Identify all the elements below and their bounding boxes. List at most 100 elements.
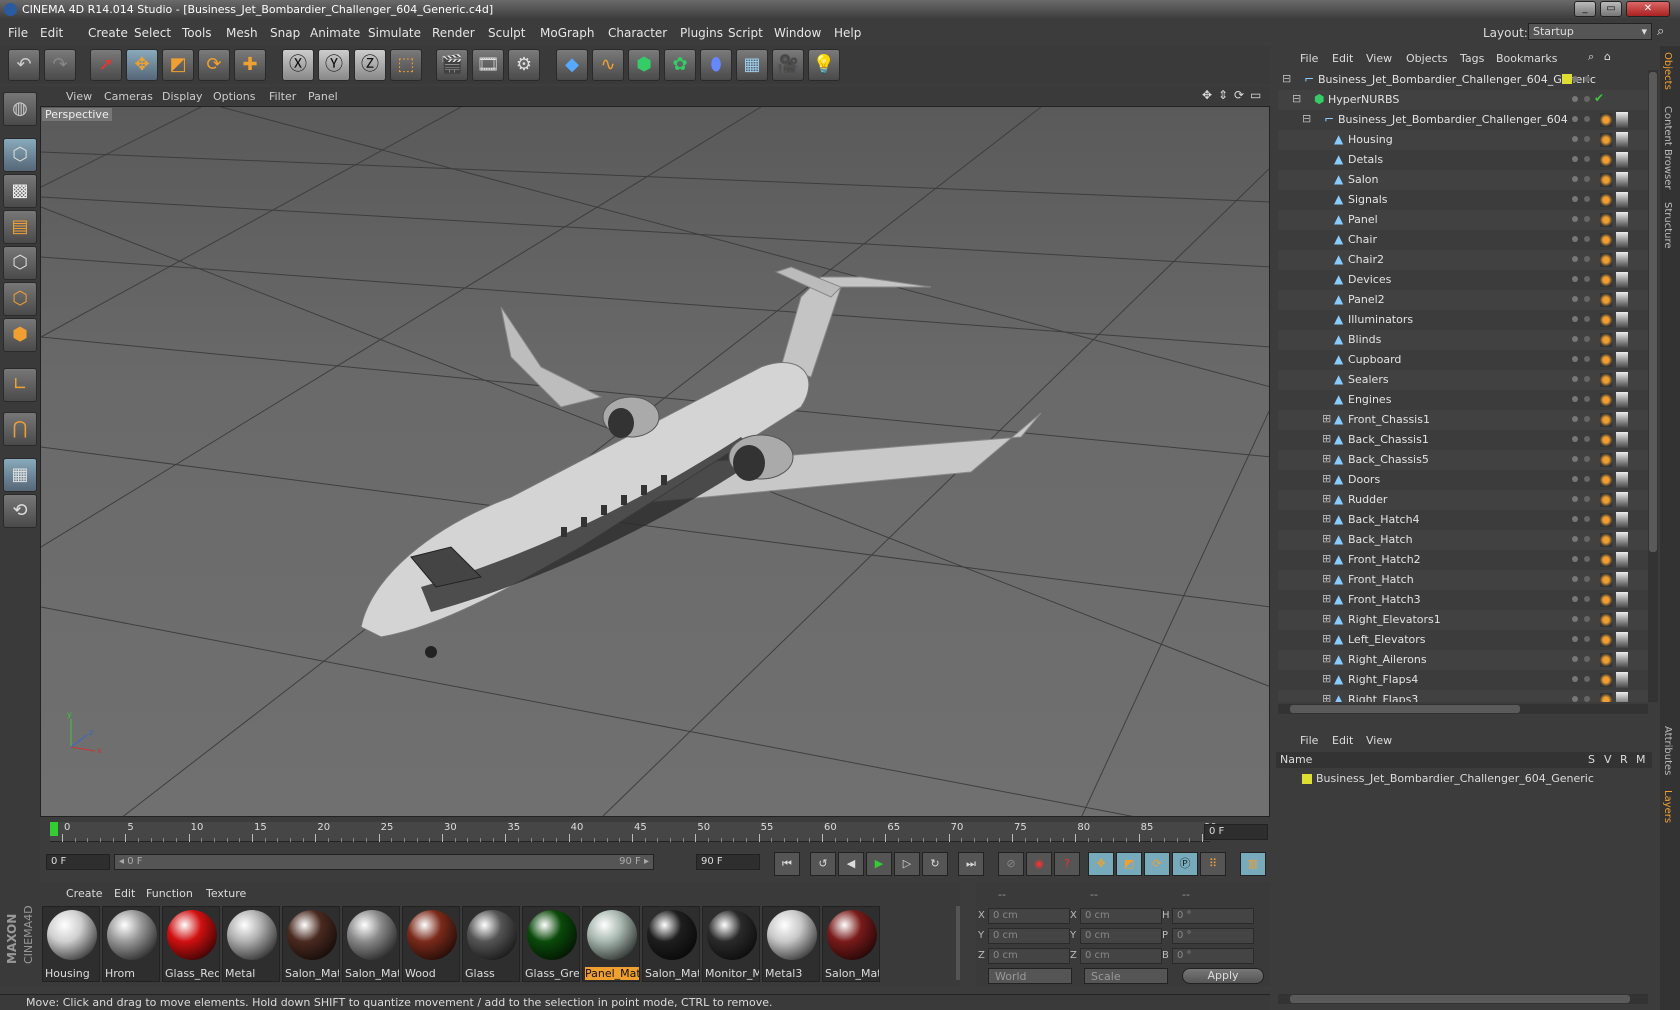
deformer-icon[interactable]: ⬮ [700,49,732,81]
menu-script[interactable]: Script [728,26,763,40]
render-dot-icon[interactable] [1584,156,1590,162]
phong-tag-icon[interactable] [1600,273,1612,287]
render-dot-icon[interactable] [1584,476,1590,482]
edges-mode-icon[interactable]: ⬡ [3,282,37,316]
object-row[interactable]: ⊞ ▲ Front_Hatch [1278,570,1648,590]
object-row[interactable]: ▲ Panel [1278,210,1648,230]
render-dot-icon[interactable] [1584,316,1590,322]
phong-tag-icon[interactable] [1600,593,1612,607]
object-row[interactable]: ⊞ ▲ Right_Flaps4 [1278,670,1648,690]
object-row[interactable]: ⊞ ▲ Front_Hatch3 [1278,590,1648,610]
visibility-dot-icon[interactable] [1572,516,1578,522]
array-icon[interactable]: ✿ [664,49,696,81]
phong-tag-icon[interactable] [1600,633,1612,647]
menu-plugins[interactable]: Plugins [680,26,723,40]
redo-icon[interactable]: ↷ [44,49,76,81]
visibility-dot-icon[interactable] [1572,416,1578,422]
material-swatch[interactable]: Wood [402,906,460,982]
render-dot-icon[interactable] [1584,116,1590,122]
material-tag-icon[interactable] [1616,112,1628,128]
render-dot-icon[interactable] [1584,376,1590,382]
material-swatch[interactable]: Metal3 [762,906,820,982]
material-tag-icon[interactable] [1616,132,1628,148]
om-menu-view[interactable]: View [1366,52,1392,65]
phong-tag-icon[interactable] [1600,673,1612,687]
coord-field[interactable]: 0 cm [988,928,1070,944]
menu-simulate[interactable]: Simulate [368,26,421,40]
render-dot-icon[interactable] [1584,176,1590,182]
menu-animate[interactable]: Animate [310,26,360,40]
material-tag-icon[interactable] [1616,572,1628,588]
menu-character[interactable]: Character [608,26,667,40]
magnet-icon[interactable]: ⋂ [3,412,37,446]
material-tag-icon[interactable] [1616,652,1628,668]
object-row[interactable]: ⊞ ▲ Back_Chassis1 [1278,430,1648,450]
render-dot-icon[interactable] [1584,196,1590,202]
undo-icon[interactable]: ↶ [8,49,40,81]
menu-sculpt[interactable]: Sculpt [488,26,525,40]
menu-mograph[interactable]: MoGraph [540,26,595,40]
render-dot-icon[interactable] [1584,276,1590,282]
menu-select[interactable]: Select [134,26,171,40]
frame-range-slider[interactable]: ◂ 0 F 90 F ▸ [114,854,654,870]
play-icon[interactable]: ▶ [866,852,892,876]
expand-icon[interactable]: ⊞ [1322,612,1331,625]
material-swatch[interactable]: Glass_Red [162,906,220,982]
material-tag-icon[interactable] [1616,452,1628,468]
next-frame-icon[interactable]: ▷ [894,852,920,876]
render-dot-icon[interactable] [1584,136,1590,142]
object-row[interactable]: ⊞ ▲ Rudder [1278,490,1648,510]
camera-icon[interactable]: 🎥 [772,49,804,81]
render-dot-icon[interactable] [1584,596,1590,602]
material-swatch[interactable]: Panel_Mat [582,906,640,982]
render-dot-icon[interactable] [1584,96,1590,102]
render-dot-icon[interactable] [1584,396,1590,402]
expand-icon[interactable]: ⊞ [1322,652,1331,665]
phong-tag-icon[interactable] [1600,353,1612,367]
material-tag-icon[interactable] [1616,192,1628,208]
phong-tag-icon[interactable] [1600,233,1612,247]
viewport-menu-filter[interactable]: Filter [269,90,296,103]
render-picture-viewer-icon[interactable]: 🎞 [472,49,504,81]
visibility-dot-icon[interactable] [1572,536,1578,542]
visibility-dot-icon[interactable] [1572,356,1578,362]
menu-create[interactable]: Create [88,26,128,40]
material-tag-icon[interactable] [1616,632,1628,648]
phong-tag-icon[interactable] [1600,493,1612,507]
material-tag-icon[interactable] [1616,252,1628,268]
object-list-scrollbar[interactable] [1648,70,1658,702]
material-swatch[interactable]: Glass_Gree [522,906,580,982]
scale-dropdown[interactable]: Scale [1084,968,1168,984]
phong-tag-icon[interactable] [1600,253,1612,267]
visibility-dot-icon[interactable] [1572,276,1578,282]
material-swatch[interactable]: Salon_Mat [342,906,400,982]
visibility-dot-icon[interactable] [1572,156,1578,162]
render-view-icon[interactable]: 🎬 [436,49,468,81]
pan-icon[interactable]: ✥ [1202,88,1212,102]
live-select-icon[interactable]: ➚ [90,49,122,81]
key-position-icon[interactable]: ✥ [1088,852,1114,876]
end-frame-field[interactable]: 90 F [696,854,760,870]
visibility-dot-icon[interactable] [1572,216,1578,222]
scale-icon[interactable]: ◩ [162,49,194,81]
collapse-icon[interactable]: ⊟ [1292,92,1301,105]
object-row[interactable]: ⊟ ⌐ Business_Jet_Bombardier_Challenger_604 [1278,110,1648,130]
restore-button[interactable]: ▭ [1600,1,1622,17]
lm-menu-edit[interactable]: Edit [1332,734,1353,747]
axis-mode-icon[interactable]: ∟ [3,368,37,402]
mat-menu-texture[interactable]: Texture [206,887,246,900]
mat-menu-edit[interactable]: Edit [114,887,135,900]
material-swatch[interactable]: Salon_Mat [282,906,340,982]
viewport-perspective[interactable]: Perspective y x z [40,106,1270,817]
phong-tag-icon[interactable] [1600,433,1612,447]
points-mode-icon[interactable]: ⬡ [3,246,37,280]
orbit-icon[interactable]: ⟳ [1234,88,1244,102]
layer-hscrollbar[interactable] [1278,994,1648,1004]
material-tag-icon[interactable] [1616,312,1628,328]
move-icon[interactable]: ✥ [126,49,158,81]
lm-menu-view[interactable]: View [1366,734,1392,747]
object-list-hscrollbar[interactable] [1278,704,1648,714]
object-row[interactable]: ⊞ ▲ Doors [1278,470,1648,490]
object-row[interactable]: ⊞ ▲ Back_Chassis5 [1278,450,1648,470]
object-row[interactable]: ▲ Chair2 [1278,250,1648,270]
